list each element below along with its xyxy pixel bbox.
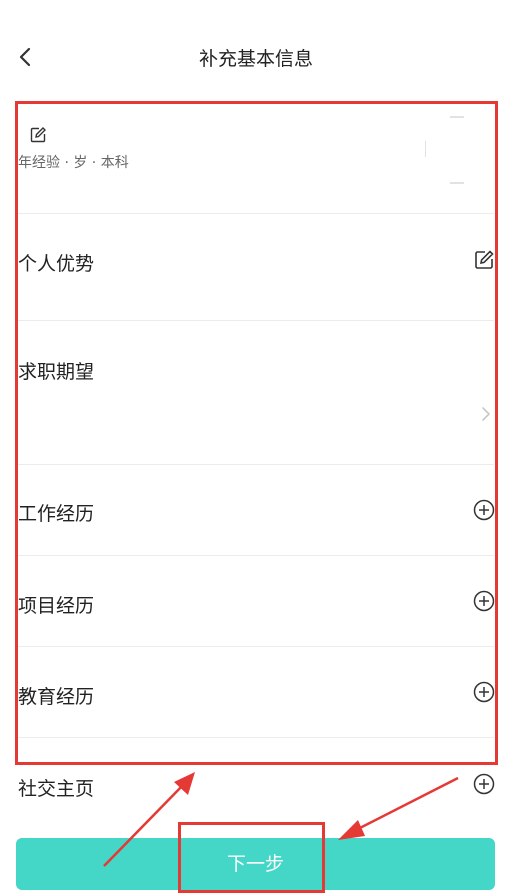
plus-circle-icon [473,773,495,795]
add-social-button[interactable] [473,773,495,795]
divider [18,320,494,321]
divider [18,213,494,214]
add-education-button[interactable] [473,681,495,703]
profile-meta: 年经验 · 岁 · 本科 [18,155,129,171]
divider [18,464,494,465]
avatar[interactable] [424,113,491,185]
annotation-highlight-box [15,101,498,765]
plus-circle-icon [473,499,495,521]
advantage-edit-button[interactable] [473,249,495,271]
section-title-education: 教育经历 [18,686,95,708]
section-title-job-expectation: 求职期望 [18,361,95,383]
plus-circle-icon [473,681,495,703]
job-expectation-open[interactable] [480,405,492,423]
avatar-placeholder-icon [424,116,464,184]
section-title-social: 社交主页 [18,778,95,800]
section-title-project: 项目经历 [18,595,95,617]
divider [18,646,494,647]
section-title-advantage: 个人优势 [18,253,95,275]
divider [18,737,494,738]
add-work-button[interactable] [473,499,495,521]
chevron-right-icon [482,407,490,421]
divider [18,555,494,556]
add-project-button[interactable] [473,590,495,612]
edit-icon [475,250,494,269]
section-title-work: 工作经历 [18,503,95,525]
page-title: 补充基本信息 [198,48,313,70]
next-step-button[interactable]: 下一步 [16,838,495,890]
annotation-arrow [338,776,459,840]
plus-circle-icon [473,590,495,612]
edit-icon [30,127,46,143]
profile-edit-button[interactable] [30,127,46,143]
